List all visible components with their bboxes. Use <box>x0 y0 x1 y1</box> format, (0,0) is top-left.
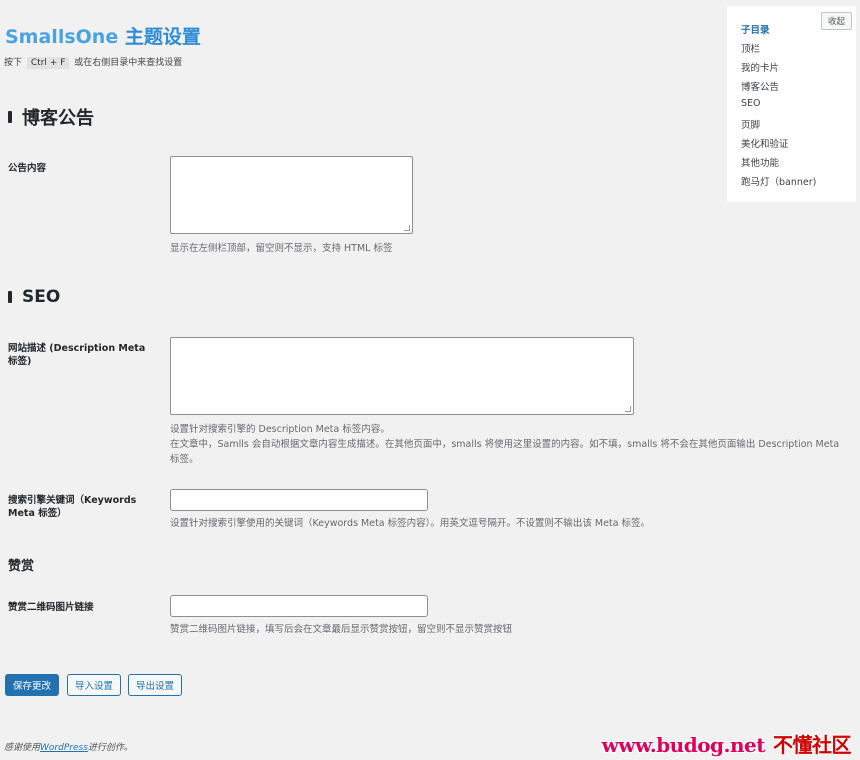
search-hint-key: Ctrl + F <box>26 57 70 69</box>
search-hint-suffix: 或在右侧目录中来查找设置 <box>74 58 183 68</box>
page-title: SmallsOne 主题设置 <box>5 22 201 49</box>
section-title-seo: SEO <box>8 287 60 307</box>
watermark: www.budog.net 不懂社区 <box>601 729 852 758</box>
footer-prefix: 感谢使用 <box>4 743 41 753</box>
watermark-name: 不懂社区 <box>773 733 852 757</box>
description-meta-help-line2: 在文章中，Samlls 会自动根据文章内容生成描述。在其他页面中，smalls … <box>170 439 840 465</box>
announcement-help: 显示在左侧栏顶部，留空则不显示，支持 HTML 标签 <box>170 243 393 254</box>
page-title-rest: 主题设置 <box>118 26 201 48</box>
toc-item-footer[interactable]: 页脚 <box>741 117 760 131</box>
search-hint-prefix: 按下 <box>4 58 23 68</box>
donate-qr-input[interactable] <box>170 595 428 617</box>
section-title-donate: 赞赏 <box>8 559 35 574</box>
toc-panel: 收起 子目录 顶栏 我的卡片 博客公告 SEO 页脚 美化和验证 其他功能 跑马… <box>727 6 856 202</box>
watermark-site: www.budog.net <box>601 733 766 757</box>
section-title-seo-text: SEO <box>22 287 61 307</box>
section-marker-icon <box>8 111 12 123</box>
wordpress-link[interactable]: WordPress <box>40 743 88 753</box>
footer-suffix: 进行创作。 <box>87 743 133 753</box>
announcement-textarea[interactable] <box>170 156 413 234</box>
keywords-meta-label: 搜索引擎关键词（Keywords Meta 标签） <box>8 495 137 519</box>
footer-credit: 感谢使用WordPress进行创作。 <box>4 740 133 753</box>
toc-item-topbar[interactable]: 顶栏 <box>741 41 760 55</box>
donate-qr-help: 赞赏二维码图片链接，填写后会在文章最后显示赞赏按钮，留空则不显示赞赏按钮 <box>170 624 513 635</box>
description-meta-help-line1: 设置针对搜索引擎的 Description Meta 标签内容。 <box>170 424 390 435</box>
section-title-announcement: 博客公告 <box>8 104 94 130</box>
description-meta-textarea[interactable] <box>170 337 634 415</box>
description-meta-help: 设置针对搜索引擎的 Description Meta 标签内容。 在文章中，Sa… <box>170 422 850 467</box>
keywords-meta-help: 设置针对搜索引擎使用的关键词（Keywords Meta 标签内容）。用英文逗号… <box>170 518 651 529</box>
search-hint: 按下 Ctrl + F 或在右侧目录中来查找设置 <box>4 55 182 69</box>
toc-collapse-button[interactable]: 收起 <box>820 12 852 30</box>
toc-item-banner[interactable]: 跑马灯（banner) <box>741 174 816 188</box>
toc-item-seo[interactable]: SEO <box>741 98 761 109</box>
export-button[interactable]: 导出设置 <box>128 674 183 696</box>
keywords-meta-input[interactable] <box>170 489 428 511</box>
toc-item-subdirectory[interactable]: 子目录 <box>741 22 770 36</box>
save-button[interactable]: 保存更改 <box>5 674 60 696</box>
description-meta-label: 网站描述 (Description Meta 标签) <box>8 343 146 367</box>
donate-qr-label: 赞赏二维码图片链接 <box>8 602 94 613</box>
toc-item-my-card[interactable]: 我的卡片 <box>741 60 779 74</box>
import-button[interactable]: 导入设置 <box>67 674 122 696</box>
toc-item-other[interactable]: 其他功能 <box>741 155 779 169</box>
page-title-brand: SmallsOne <box>5 26 119 48</box>
section-marker-icon <box>8 291 12 303</box>
section-title-announcement-text: 博客公告 <box>22 108 94 129</box>
toc-item-beautify[interactable]: 美化和验证 <box>741 136 789 150</box>
announcement-label: 公告内容 <box>8 163 47 174</box>
toc-item-announcement[interactable]: 博客公告 <box>741 79 779 93</box>
